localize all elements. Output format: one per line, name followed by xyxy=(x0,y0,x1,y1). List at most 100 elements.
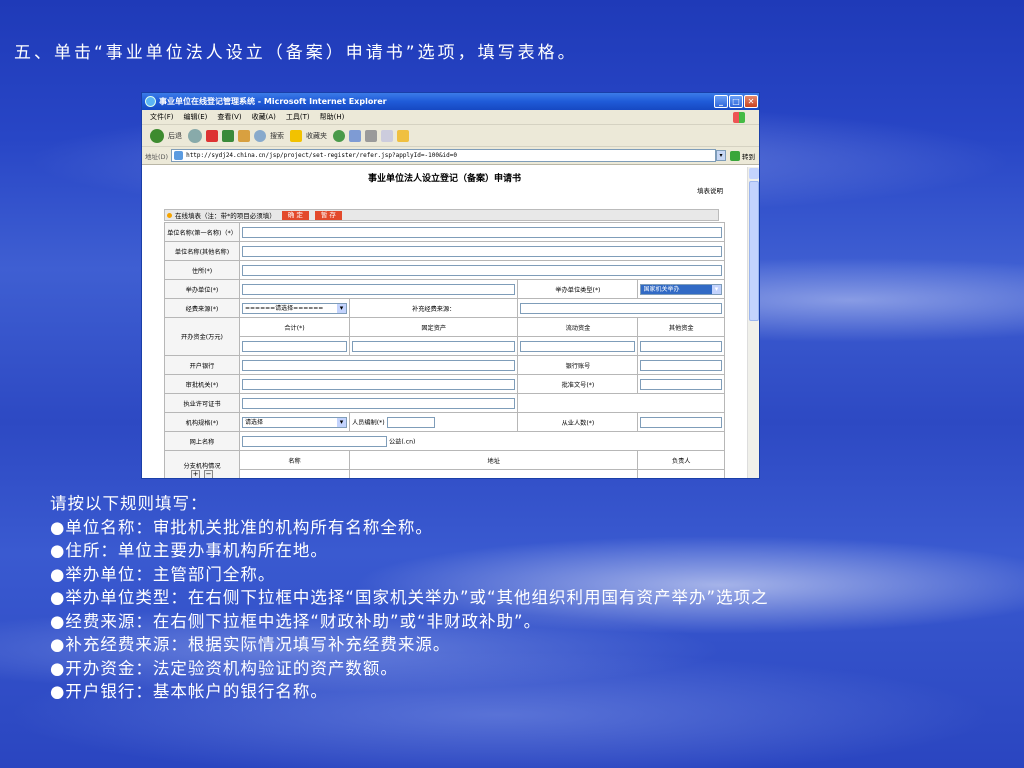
current-funds-input[interactable] xyxy=(520,340,636,352)
rule-item: ●开户银行：基本帐户的银行名称。 xyxy=(50,682,328,701)
web-name-input[interactable] xyxy=(242,435,387,447)
branch-address-cell[interactable] xyxy=(348,469,639,478)
form-instructions-link[interactable]: 填表说明 xyxy=(697,185,723,195)
label-extra-funding: 补充经费来源： xyxy=(348,298,519,318)
fixed-assets-input[interactable] xyxy=(352,340,516,352)
label-current-funds: 流动资金 xyxy=(517,317,639,337)
browser-window: 事业单位在线登记管理系统 - Microsoft Internet Explor… xyxy=(141,92,760,479)
stop-icon[interactable] xyxy=(206,129,218,142)
label-sponsor: 举办单位(*) xyxy=(164,279,240,299)
label-other-funds: 其他资金 xyxy=(637,317,725,337)
rule-item: ●补充经费来源：根据实际情况填写补充经费来源。 xyxy=(50,635,451,654)
window-titlebar: 事业单位在线登记管理系统 - Microsoft Internet Explor… xyxy=(142,93,759,110)
menu-help[interactable]: 帮助(H) xyxy=(320,112,345,122)
folder-icon[interactable] xyxy=(397,129,409,142)
scroll-thumb[interactable] xyxy=(749,181,759,321)
application-form: 单位名称(第一名称)（*） 单位名称(其他名称) 住所(*) 举办单位(*) 举… xyxy=(164,222,725,478)
address-dropdown-icon[interactable]: ▾ xyxy=(716,150,726,161)
favorites-label[interactable]: 收藏夹 xyxy=(306,131,327,141)
name1-input[interactable] xyxy=(242,226,722,238)
label-branches: 分支机构情况 + − xyxy=(164,450,240,478)
rule-item: ●举办单位：主管部门全称。 xyxy=(50,564,276,584)
bank-input[interactable] xyxy=(242,359,516,371)
forward-icon[interactable] xyxy=(188,128,202,143)
back-label[interactable]: 后退 xyxy=(168,131,182,141)
label-employees: 从业人数(*) xyxy=(517,412,639,432)
label-web-name: 网上名称 xyxy=(164,431,240,451)
address-input[interactable]: http://sydj24.china.cn/jsp/project/set-r… xyxy=(171,149,716,162)
minimize-button[interactable]: _ xyxy=(714,95,728,108)
menu-view[interactable]: 查看(V) xyxy=(217,112,241,122)
remove-branch-button[interactable]: − xyxy=(204,469,213,478)
scroll-up-icon[interactable] xyxy=(749,168,759,179)
rule-item: ●住所：单位主要办事机构所在地。 xyxy=(50,541,328,560)
confirm-button[interactable]: 确 定 xyxy=(281,210,309,220)
col-leader: 负责人 xyxy=(637,450,725,470)
favorites-icon[interactable] xyxy=(290,129,302,142)
label-license: 执业许可证书 xyxy=(164,393,240,413)
close-button[interactable]: ✕ xyxy=(744,95,758,108)
bank-account-input[interactable] xyxy=(640,359,722,371)
label-approval-doc: 批准文号(*) xyxy=(517,374,639,394)
slide-title: 五、单击“事业单位法人设立（备案）申请书”选项，填写表格。 xyxy=(14,43,578,63)
sponsor-input[interactable] xyxy=(242,283,516,295)
org-spec-select[interactable]: 请选择 xyxy=(242,416,347,428)
branch-name-cell[interactable] xyxy=(239,469,350,478)
label-capital: 开办资金(万元) xyxy=(164,317,240,356)
maximize-button[interactable]: □ xyxy=(729,95,743,108)
mail-icon[interactable] xyxy=(349,129,361,142)
rule-item: ●单位名称：审批机关批准的机构所有名称全称。 xyxy=(50,517,433,537)
address-field[interactable] xyxy=(242,264,722,276)
label-fixed-assets: 固定资产 xyxy=(348,317,519,337)
rule-item: ●举办单位类型：在右侧下拉框中选择“国家机关举办”或“其他组织利用国有资产举办”… xyxy=(50,588,769,607)
rule-item: ●经费来源：在右侧下拉框中选择“财政补助”或“非财政补助”。 xyxy=(50,611,542,631)
name-other-input[interactable] xyxy=(242,245,722,257)
refresh-icon[interactable] xyxy=(222,129,234,142)
label-address: 住所(*) xyxy=(164,260,240,280)
search-label[interactable]: 搜索 xyxy=(270,131,284,141)
extra-funding-input[interactable] xyxy=(520,302,722,314)
vertical-scrollbar[interactable] xyxy=(747,167,759,478)
menu-favorites[interactable]: 收藏(A) xyxy=(252,112,276,122)
license-input[interactable] xyxy=(242,397,516,409)
print-icon[interactable] xyxy=(365,129,377,142)
search-icon[interactable] xyxy=(254,129,266,142)
approval-doc-input[interactable] xyxy=(640,378,722,390)
label-staff-quota: 人员编制(*) xyxy=(352,419,385,426)
sponsor-type-select[interactable]: 国家机关举办 xyxy=(640,283,722,295)
rules-heading: 请按以下规则填写： xyxy=(50,494,208,513)
toolbar: 后退 搜索 收藏夹 xyxy=(142,125,759,147)
bullet-icon xyxy=(167,212,172,218)
go-button[interactable]: 转到 xyxy=(742,151,755,161)
go-icon[interactable] xyxy=(730,150,740,161)
save-draft-button[interactable]: 暂 存 xyxy=(314,210,342,220)
label-sponsor-type: 举办单位类型(*) xyxy=(517,279,639,299)
edit-icon[interactable] xyxy=(381,129,393,142)
staff-quota-input[interactable] xyxy=(386,416,435,428)
web-name-suffix: 公益(.cn) xyxy=(388,438,416,445)
add-branch-button[interactable]: + xyxy=(191,469,200,478)
rules-list: 请按以下规则填写： ●单位名称：审批机关批准的机构所有名称全称。 ●住所：单位主… xyxy=(50,492,769,704)
employees-input[interactable] xyxy=(640,416,722,428)
ie-icon xyxy=(145,96,156,107)
menu-tools[interactable]: 工具(T) xyxy=(286,112,310,122)
menu-edit[interactable]: 编辑(E) xyxy=(184,112,208,122)
label-funding: 经费来源(*) xyxy=(164,298,240,318)
home-icon[interactable] xyxy=(238,129,250,142)
approval-org-input[interactable] xyxy=(242,378,516,390)
funding-select[interactable]: ======请选择====== xyxy=(242,302,347,314)
other-funds-input[interactable] xyxy=(640,340,722,352)
label-name-other: 单位名称(其他名称) xyxy=(164,241,240,261)
menu-file[interactable]: 文件(F) xyxy=(150,112,174,122)
col-address: 地址 xyxy=(348,450,639,470)
back-icon[interactable] xyxy=(150,128,164,143)
history-icon[interactable] xyxy=(333,129,345,142)
label-total: 合计(*) xyxy=(239,317,350,337)
branch-leader-cell[interactable] xyxy=(637,469,725,478)
menu-bar: 文件(F) 编辑(E) 查看(V) 收藏(A) 工具(T) 帮助(H) xyxy=(142,110,759,125)
address-label: 地址(D) xyxy=(145,152,169,161)
branches-label: 分支机构情况 xyxy=(183,462,221,470)
total-input[interactable] xyxy=(242,340,347,352)
address-url: http://sydj24.china.cn/jsp/project/set-r… xyxy=(186,152,458,159)
label-bank-account: 银行账号 xyxy=(517,355,639,375)
